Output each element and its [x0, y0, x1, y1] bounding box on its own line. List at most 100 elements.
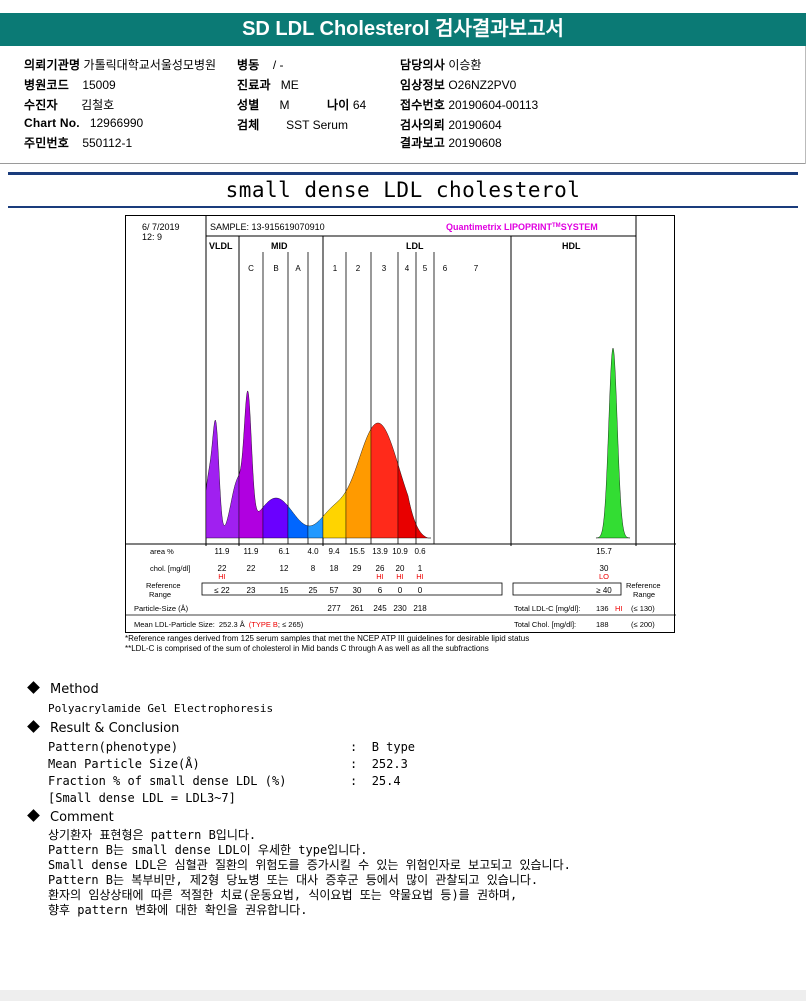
total-chol-value: 188 [596, 620, 609, 629]
area-value: 10.9 [392, 547, 408, 556]
ref-value: 15 [280, 586, 289, 595]
clinical-info-row: 임상정보 O26NZ2PV0 [400, 78, 517, 92]
chol-value: 22 [247, 564, 256, 573]
diamond-bullet-icon [27, 681, 40, 694]
particle-size-value: 261 [350, 604, 364, 613]
group-mid: MID [271, 241, 288, 251]
ldl-band-1-mid [307, 515, 324, 539]
band-label: A [295, 264, 301, 273]
page-footer [0, 990, 806, 1001]
section-title: small dense LDL cholesterol [225, 178, 581, 202]
area-value: 6.1 [278, 547, 290, 556]
ref-label-1: Reference [146, 581, 181, 590]
area-value: 9.4 [328, 547, 340, 556]
comment-heading: Comment [26, 809, 114, 825]
chart-date: 6/ 7/2019 [142, 222, 180, 232]
diamond-bullet-icon [27, 809, 40, 822]
total-chol-ref: (≤ 200) [631, 620, 655, 629]
hdl-band [595, 347, 631, 539]
specimen-row: 검체 SST Serum [237, 118, 348, 132]
total-ldl-flag: HI [615, 604, 623, 613]
area-value: 11.9 [244, 547, 260, 556]
result-heading: Result & Conclusion [26, 720, 179, 736]
result-note: [Small dense LDL = LDL3~7] [48, 791, 236, 805]
total-chol-label: Total Chol. [mg/dl]: [514, 620, 576, 629]
ldl-band-5 [415, 524, 431, 539]
result-label-1: Pattern(phenotype) [48, 740, 179, 754]
flag-value: HI [218, 572, 226, 581]
result-label-2: Mean Particle Size(Å) [48, 757, 200, 771]
ldl-band-4 [397, 464, 417, 539]
sample-id: SAMPLE: 13-915619070910 [210, 222, 325, 232]
report-title: SD LDL Cholesterol 검사결과보고서 [0, 13, 806, 46]
band-label: 7 [474, 264, 479, 273]
flag-value: HI [376, 572, 384, 581]
ref-label-right-1: Reference [626, 581, 661, 590]
band-label: 3 [382, 264, 387, 273]
particle-size-value: 245 [373, 604, 387, 613]
band-label: 6 [443, 264, 448, 273]
group-ldl: LDL [406, 241, 424, 251]
sex-row: 성별 M [237, 98, 290, 112]
particle-size-value: 230 [393, 604, 407, 613]
section-title-bar: small dense LDL cholesterol [8, 172, 798, 208]
result-value-2: 252.3 [371, 757, 408, 771]
particle-size-value: 218 [413, 604, 427, 613]
result-value-1: B type [371, 740, 416, 754]
receipt-row: 접수번호 20190604-00113 [400, 98, 539, 112]
mean-size-label: Mean LDL-Particle Size: 252.3 Å (TYPE B; ≤… [134, 620, 304, 629]
ldl-band-1 [322, 490, 347, 539]
area-value: 11.9 [215, 547, 231, 556]
chart-no-row: Chart No. 12966990 [24, 116, 144, 130]
hospital-value: 가톨릭대학교서울성모병원 [83, 58, 217, 72]
ref-value: 30 [353, 586, 362, 595]
chol-label: chol. [mg/dl] [150, 564, 190, 573]
total-ldl-ref: (≤ 130) [631, 604, 655, 613]
ref-value: 6 [378, 586, 383, 595]
area-value: 4.0 [307, 547, 319, 556]
flag-value: HI [416, 572, 424, 581]
ref-value: 0 [398, 586, 403, 595]
band-label: 1 [333, 264, 338, 273]
comment-line: 환자의 임상상태에 따른 적절한 치료(운동요법, 식이요법 또는 약물요법 등… [48, 888, 518, 902]
ref-value: 25 [309, 586, 318, 595]
chart-note-2: **LDL-C is comprised of the sum of chole… [125, 644, 489, 653]
band-label: C [248, 264, 254, 273]
mid-b-band [262, 497, 289, 539]
band-label: 2 [356, 264, 361, 273]
band-label: 4 [405, 264, 410, 273]
diamond-bullet-icon [27, 720, 40, 733]
ward-row: 병동 / - [237, 58, 284, 72]
chol-value: 8 [311, 564, 316, 573]
band-label: B [273, 264, 278, 273]
area-value: 0.6 [414, 547, 426, 556]
area-value: 15.7 [596, 547, 612, 556]
ldl-band-2 [345, 428, 372, 539]
chol-value: 29 [353, 564, 362, 573]
group-hdl: HDL [562, 241, 581, 251]
ldl-band-3 [370, 422, 399, 539]
age-row: 나이 64 [327, 98, 367, 112]
ref-value: 23 [247, 586, 256, 595]
report-date-row: 결과보고 20190608 [400, 136, 502, 150]
ref-label-2: Range [149, 590, 171, 599]
comment-body: 상기환자 표현형은 pattern B입니다. Pattern B는 small… [48, 828, 571, 918]
ref-label-right-2: Range [633, 590, 655, 599]
chol-value: 18 [330, 564, 339, 573]
patient-row: 수진자 김철호 [24, 98, 115, 112]
lipoprint-chart: 6/ 7/2019 12: 9 SAMPLE: 13-915619070910 … [125, 215, 676, 633]
chart-notes: *Reference ranges derived from 125 serum… [125, 634, 529, 654]
comment-line: Pattern B는 복부비만, 제2형 당뇨병 또는 대사 증후군 등에서 많… [48, 873, 539, 887]
chart-time: 12: 9 [142, 232, 162, 242]
method-text: Polyacrylamide Gel Electrophoresis [48, 702, 274, 715]
particle-size-value: 277 [327, 604, 341, 613]
hospital-row: 의뢰기관명 가톨릭대학교서울성모병원 [24, 58, 217, 72]
ref-value: 57 [330, 586, 339, 595]
area-value: 13.9 [372, 547, 388, 556]
chol-value: 12 [280, 564, 289, 573]
chart-note-1: *Reference ranges derived from 125 serum… [125, 634, 530, 643]
flag-value: LO [599, 572, 609, 581]
total-ldl-value: 136 [596, 604, 609, 613]
request-date-row: 검사의뢰 20190604 [400, 118, 502, 132]
result-value-3: 25.4 [371, 774, 401, 788]
